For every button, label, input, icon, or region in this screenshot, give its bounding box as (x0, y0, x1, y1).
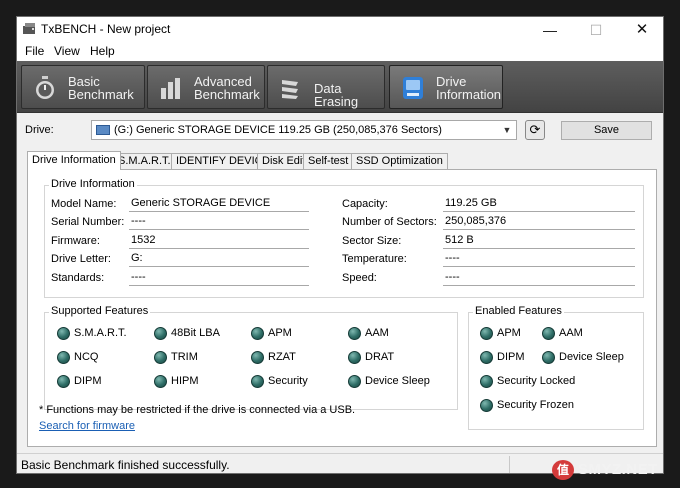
drive-information-button[interactable]: Drive Information (389, 65, 503, 109)
serial-number-value: ---- (129, 214, 309, 230)
status-led-icon (480, 327, 493, 340)
drive-icon (96, 125, 110, 135)
app-icon (23, 23, 35, 34)
tab-drive-information[interactable]: Drive Information (27, 151, 121, 170)
model-name-label: Model Name: (51, 198, 117, 210)
model-name-value: Generic STORAGE DEVICE (129, 196, 309, 212)
watermark: 值 SMYZ.NET (552, 458, 676, 482)
bar-chart-icon (161, 78, 180, 99)
supported-features-group: Supported Features S.M.A.R.T. 48Bit LBA … (44, 305, 458, 410)
usb-restriction-note: * Functions may be restricted if the dri… (39, 404, 356, 416)
drive-letter-value: G: (129, 251, 309, 267)
number-of-sectors-value: 250,085,376 (443, 214, 635, 230)
tab-ssd-optimization[interactable]: SSD Optimization (351, 153, 448, 169)
standards-value: ---- (129, 270, 309, 286)
temperature-value: ---- (443, 251, 635, 267)
supported-features-title: Supported Features (49, 305, 151, 317)
status-led-icon (154, 327, 167, 340)
speed-value: ---- (443, 270, 635, 286)
status-led-icon (348, 327, 361, 340)
tab-self-test[interactable]: Self-test (303, 153, 354, 169)
drive-info-icon (403, 77, 423, 99)
save-button[interactable]: Save (561, 121, 652, 140)
temperature-label: Temperature: (342, 253, 407, 265)
status-led-icon (348, 375, 361, 388)
stopwatch-icon (36, 76, 54, 99)
number-of-sectors-label: Number of Sectors: (342, 216, 437, 228)
basic-benchmark-button[interactable]: Basic Benchmark (21, 65, 145, 109)
status-led-icon (57, 375, 70, 388)
firmware-value: 1532 (129, 233, 309, 249)
capacity-label: Capacity: (342, 198, 388, 210)
status-led-icon (251, 375, 264, 388)
refresh-button[interactable]: ⟳ (525, 120, 545, 140)
window-title: TxBENCH - New project (41, 22, 171, 36)
standards-label: Standards: (51, 272, 105, 284)
drive-select-value: (G:) Generic STORAGE DEVICE 119.25 GB (2… (114, 124, 442, 136)
watermark-badge-icon: 值 (552, 460, 574, 480)
drive-label: Drive: (25, 124, 54, 136)
drive-information-label-2: Information (436, 87, 502, 102)
status-led-icon (57, 327, 70, 340)
advanced-benchmark-button[interactable]: Advanced Benchmark (147, 65, 265, 109)
status-led-icon (154, 351, 167, 364)
advanced-benchmark-label-2: Benchmark (194, 87, 260, 102)
firmware-label: Firmware: (51, 235, 100, 247)
data-erasing-button[interactable]: Data Erasing (267, 65, 385, 109)
capacity-value: 119.25 GB (443, 196, 635, 212)
menu-view[interactable]: View (54, 44, 80, 58)
status-led-icon (348, 351, 361, 364)
toolbar: Basic Benchmark Advanced Benchmark Data … (17, 61, 663, 113)
drive-information-group: Drive Information Model Name: Generic ST… (44, 178, 644, 298)
watermark-text: SMYZ.NET (578, 461, 658, 478)
status-led-icon (480, 351, 493, 364)
status-message: Basic Benchmark finished successfully. (21, 458, 230, 472)
tab-smart[interactable]: S.M.A.R.T. (113, 153, 176, 169)
eraser-icon (282, 80, 298, 99)
menu-bar: File View Help (17, 43, 663, 61)
menu-help[interactable]: Help (90, 44, 115, 58)
status-divider (509, 456, 510, 473)
minimize-button[interactable]: — (527, 17, 573, 43)
status-led-icon (542, 351, 555, 364)
maximize-button[interactable]: ☐ (573, 17, 619, 43)
chevron-down-icon[interactable]: ▼ (498, 121, 516, 139)
status-led-icon (251, 327, 264, 340)
title-bar: TxBENCH - New project — ☐ ✕ (17, 17, 663, 43)
status-led-icon (480, 375, 493, 388)
status-led-icon (542, 327, 555, 340)
data-erasing-label: Data Erasing (314, 81, 359, 109)
serial-number-label: Serial Number: (51, 216, 125, 228)
close-button[interactable]: ✕ (619, 17, 663, 43)
speed-label: Speed: (342, 272, 377, 284)
app-window: TxBENCH - New project — ☐ ✕ File View He… (16, 16, 664, 474)
drive-letter-label: Drive Letter: (51, 253, 111, 265)
status-led-icon (154, 375, 167, 388)
status-led-icon (57, 351, 70, 364)
basic-benchmark-label-2: Benchmark (68, 87, 134, 102)
drive-select[interactable]: (G:) Generic STORAGE DEVICE 119.25 GB (2… (91, 120, 517, 140)
search-firmware-link[interactable]: Search for firmware (39, 420, 135, 432)
status-led-icon (480, 399, 493, 412)
refresh-icon: ⟳ (529, 122, 541, 137)
sector-size-label: Sector Size: (342, 235, 402, 247)
sector-size-value: 512 B (443, 233, 635, 249)
drive-information-group-title: Drive Information (49, 178, 137, 190)
enabled-features-group: Enabled Features APM AAM DIPM Device Sle… (468, 305, 644, 430)
status-led-icon (251, 351, 264, 364)
enabled-features-title: Enabled Features (473, 305, 564, 317)
menu-file[interactable]: File (25, 44, 44, 58)
